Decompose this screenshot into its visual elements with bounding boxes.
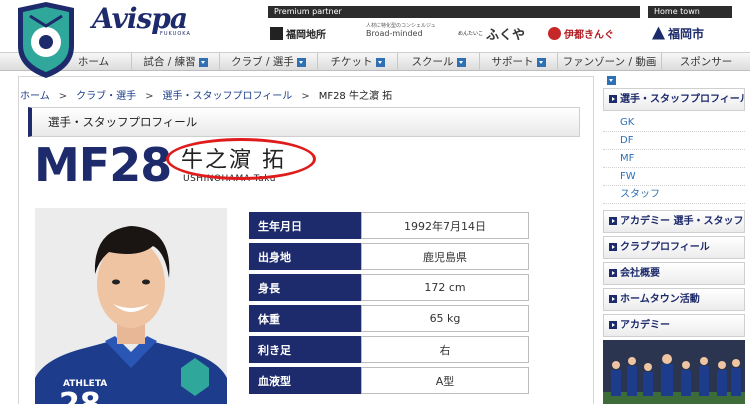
section-title: 選手・スタッフプロフィール	[28, 107, 580, 137]
table-row: 出身地 鹿児島県	[249, 243, 529, 270]
name-highlight-circle	[166, 138, 316, 180]
sidebar-item-club-profile[interactable]: クラブプロフィール	[603, 236, 745, 259]
row-label: 血液型	[249, 367, 361, 394]
sidebar-item-academy[interactable]: アカデミー	[603, 314, 745, 337]
table-row: 身長 172 cm	[249, 274, 529, 301]
premium-partner-label: Premium partner	[268, 6, 640, 18]
site-logo-sub: FUKUOKA	[160, 31, 191, 37]
nav-ticket[interactable]: チケット	[318, 53, 398, 71]
row-label: 体重	[249, 305, 361, 332]
breadcrumb-club-player[interactable]: クラブ・選手	[76, 91, 136, 102]
player-portrait-image: ATHLETA 28	[35, 208, 227, 404]
dropdown-arrow-icon	[375, 57, 385, 67]
chevron-right-icon	[609, 217, 617, 225]
sponsor-broad-minded[interactable]: 人材に特化型のコンシェルジュ Broad-minded	[366, 22, 436, 44]
sidebar-item-company[interactable]: 会社概要	[603, 262, 745, 285]
table-row: 血液型 A型	[249, 367, 529, 394]
row-value: 1992年7月14日	[361, 212, 529, 239]
table-row: 利き足右	[249, 336, 529, 363]
sidebar-item-mf[interactable]: MF	[603, 150, 745, 168]
row-value: A型	[361, 367, 529, 394]
sponsor-fukuya[interactable]: めんたいこ ふくや	[458, 22, 525, 44]
fukuoka-jisho-logo-icon	[270, 26, 283, 40]
sponsor-itokingu[interactable]: 伊都きんぐ	[548, 22, 614, 44]
hometown-label: Home town	[648, 6, 732, 18]
sidebar-item-profile[interactable]: 選手・スタッフプロフィール	[603, 88, 745, 111]
profile-table: 生年月日 1992年7月14日 出身地 鹿児島県 身長 172 cm 体重 65 kg …	[249, 208, 529, 398]
row-value: 172 cm	[361, 274, 529, 301]
row-label: 出身地	[249, 243, 361, 270]
sidebar-item-hometown[interactable]: ホームタウン活動	[603, 288, 745, 311]
sidebar-item-gk[interactable]: GK	[603, 114, 745, 132]
table-row: 体重 65 kg	[249, 305, 529, 332]
dropdown-arrow-icon	[606, 75, 616, 85]
nav-club-player[interactable]: クラブ / 選手	[220, 53, 318, 71]
sidebar-item-staff[interactable]: スタッフ	[603, 186, 745, 204]
row-label: 生年月日	[249, 212, 361, 239]
sidebar-item-df[interactable]: DF	[603, 132, 745, 150]
player-number: MF28	[34, 138, 172, 192]
shirt-number: 28	[59, 387, 101, 404]
row-label: 身長	[249, 274, 361, 301]
row-value: 鹿児島県	[361, 243, 529, 270]
nav-school[interactable]: スクール	[398, 53, 480, 71]
hometown-fukuoka-city[interactable]: 福岡市	[652, 22, 704, 44]
club-emblem-icon[interactable]	[14, 2, 78, 78]
chevron-right-icon	[609, 95, 617, 103]
row-value: 65 kg	[361, 305, 529, 332]
sidebar-sublist: GK DF MF FW スタッフ	[603, 114, 745, 204]
breadcrumb: ホーム > クラブ・選手 > 選手・スタッフプロフィール > MF28 牛之濵 拓	[20, 91, 393, 102]
nav-sponsor[interactable]: スポンサー	[662, 53, 750, 71]
chevron-right-icon	[609, 243, 617, 251]
sponsor-fukuoka-jisho[interactable]: 福岡地所	[270, 22, 326, 44]
chevron-right-icon	[609, 295, 617, 303]
dropdown-arrow-icon	[456, 57, 466, 67]
sidebar-item-academy-players[interactable]: アカデミー 選手・スタッフ	[603, 210, 745, 233]
breadcrumb-current: MF28 牛之濵 拓	[318, 91, 393, 102]
sidebar-banner-image[interactable]	[603, 340, 745, 404]
chevron-right-icon	[609, 269, 617, 277]
row-label: 利き足	[249, 336, 361, 363]
fukuoka-city-emblem-icon	[652, 26, 665, 40]
nav-fanzone-video[interactable]: ファンゾーン / 動画	[558, 53, 662, 85]
row-value: 右	[361, 336, 529, 363]
dropdown-arrow-icon	[296, 57, 306, 67]
player-photo: ATHLETA 28	[35, 208, 227, 404]
main-nav: ホーム 試合 / 練習 クラブ / 選手 チケット スクール サポート ファンゾ…	[0, 52, 750, 85]
breadcrumb-profile[interactable]: 選手・スタッフプロフィール	[162, 91, 292, 102]
nav-match-training[interactable]: 試合 / 練習	[132, 53, 220, 71]
breadcrumb-home[interactable]: ホーム	[20, 91, 50, 102]
strawberry-icon	[548, 26, 561, 40]
site-header: Avispa FUKUOKA Premium partner Home town…	[0, 0, 750, 78]
dropdown-arrow-icon	[198, 57, 208, 67]
nav-support[interactable]: サポート	[480, 53, 558, 71]
chevron-right-icon	[609, 321, 617, 329]
sidebar-item-fw[interactable]: FW	[603, 168, 745, 186]
sidebar: 選手・スタッフプロフィール GK DF MF FW スタッフ アカデミー 選手・…	[603, 88, 745, 404]
dropdown-arrow-icon	[536, 57, 546, 67]
table-row: 生年月日 1992年7月14日	[249, 212, 529, 239]
